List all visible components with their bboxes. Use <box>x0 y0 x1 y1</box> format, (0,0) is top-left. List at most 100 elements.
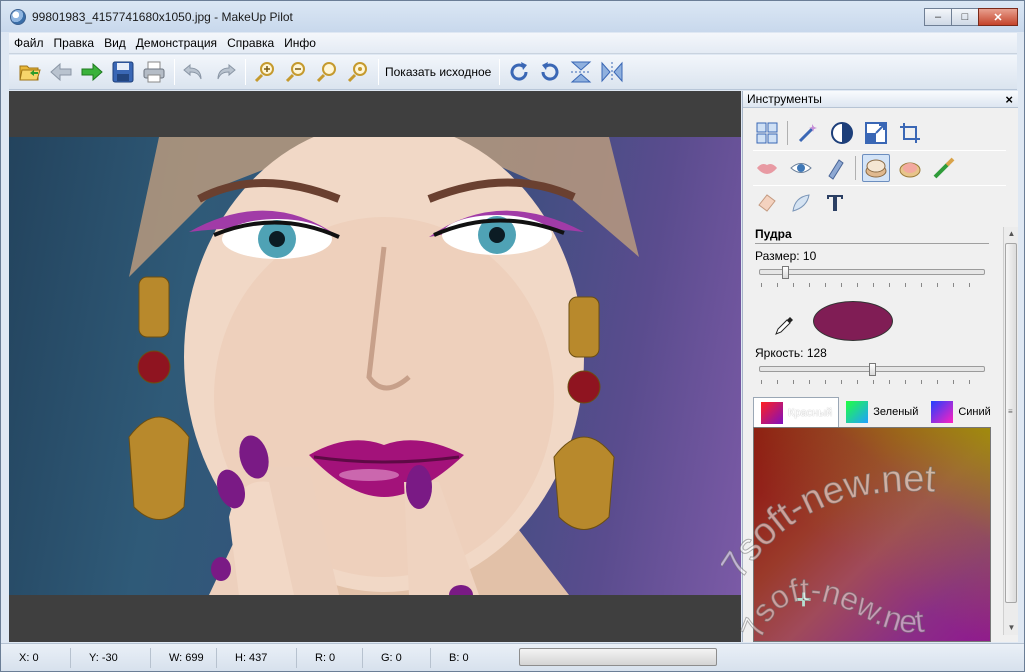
brightness-slider-ticks <box>761 380 985 384</box>
tab-blue-label: Синий <box>958 406 991 418</box>
powder-icon[interactable] <box>862 154 890 182</box>
image-canvas[interactable] <box>9 91 741 642</box>
tool-row-1 <box>743 116 1018 150</box>
menu-info[interactable]: Инфо <box>279 33 321 54</box>
zoom-out-icon[interactable] <box>283 59 309 85</box>
menu-edit[interactable]: Правка <box>49 33 100 54</box>
color-swatch[interactable] <box>813 301 893 341</box>
undo-icon[interactable] <box>181 59 207 85</box>
show-original-button[interactable]: Показать исходное <box>385 65 491 79</box>
zoom-actual-icon[interactable] <box>345 59 371 85</box>
brightness-slider[interactable] <box>759 363 985 376</box>
tools-panel: Инструменты × Пудра Размер: 10 Яркость: … <box>742 91 1018 642</box>
status-g: G: 0 <box>363 647 431 668</box>
tab-green[interactable]: Зеленый <box>839 397 924 427</box>
print-icon[interactable] <box>141 59 167 85</box>
app-window: 99801983_4157741680x1050.jpg - MakeUp Pi… <box>0 0 1025 672</box>
size-slider[interactable] <box>759 266 985 279</box>
app-logo-icon <box>10 8 26 25</box>
tools-panel-close-button[interactable]: × <box>1005 92 1013 107</box>
scrollbar-grip-icon: ≡ <box>1008 407 1013 416</box>
color-tabs: Красный Зеленый Синий <box>753 397 999 427</box>
portrait-illustration <box>128 137 639 595</box>
tool-row-3 <box>743 186 1018 220</box>
tab-red[interactable]: Красный <box>753 397 840 427</box>
red-gradient-icon <box>761 401 783 424</box>
zoom-fit-icon[interactable] <box>314 59 340 85</box>
status-h: H: 437 <box>217 647 297 668</box>
section-divider <box>755 243 989 244</box>
magic-wand-icon[interactable] <box>794 119 822 147</box>
menu-view[interactable]: Вид <box>99 33 131 54</box>
grid-view-icon[interactable] <box>753 119 781 147</box>
zoom-in-icon[interactable] <box>252 59 278 85</box>
minimize-button[interactable]: – <box>924 8 952 26</box>
eyedropper-icon[interactable] <box>773 313 797 337</box>
title-bar[interactable]: 99801983_4157741680x1050.jpg - MakeUp Pi… <box>1 1 1024 32</box>
resize-icon[interactable] <box>862 119 890 147</box>
menu-help[interactable]: Справка <box>222 33 279 54</box>
size-label: Размер: 10 <box>755 249 817 263</box>
tool-separator <box>787 121 788 145</box>
save-icon[interactable] <box>110 59 136 85</box>
eraser-icon[interactable] <box>753 189 781 217</box>
tools-panel-scrollbar[interactable]: ▲ ≡ ▼ <box>1003 227 1018 635</box>
section-title: Пудра <box>755 227 792 241</box>
eye-icon[interactable] <box>787 154 815 182</box>
status-bar: X: 0 Y: -30 W: 699 H: 437 R: 0 G: 0 B: 0 <box>1 643 1024 671</box>
brightness-label: Яркость: 128 <box>755 346 827 360</box>
blush-icon[interactable] <box>896 154 924 182</box>
tools-panel-title: Инструменты <box>747 92 822 106</box>
status-b: B: 0 <box>449 651 469 664</box>
scroll-down-arrow-icon[interactable]: ▼ <box>1004 621 1019 635</box>
brightness-slider-thumb[interactable] <box>869 363 876 376</box>
crop-icon[interactable] <box>896 119 924 147</box>
toolbar: Показать исходное <box>9 55 1017 90</box>
menu-demo[interactable]: Демонстрация <box>131 33 222 54</box>
rotate-left-icon[interactable] <box>537 59 563 85</box>
feather-icon[interactable] <box>787 189 815 217</box>
powder-settings: Пудра Размер: 10 Яркость: 128 Красный Зе… <box>743 227 1009 642</box>
blue-gradient-icon <box>931 401 954 423</box>
tools-panel-header: Инструменты × <box>743 91 1018 108</box>
open-folder-icon[interactable] <box>17 59 43 85</box>
menu-bar: Файл Правка Вид Демонстрация Справка Инф… <box>9 33 1017 54</box>
menu-file[interactable]: Файл <box>9 33 49 54</box>
toolbar-separator <box>245 59 246 85</box>
size-slider-ticks <box>761 283 985 287</box>
toolbar-separator <box>499 59 501 85</box>
scrollbar-thumb[interactable] <box>1005 243 1017 603</box>
maximize-button[interactable]: □ <box>951 8 979 26</box>
size-slider-thumb[interactable] <box>782 266 789 279</box>
portrait-photo[interactable] <box>9 137 741 595</box>
tool-separator <box>855 156 856 180</box>
lips-icon[interactable] <box>753 154 781 182</box>
window-title: 99801983_4157741680x1050.jpg - MakeUp Pi… <box>32 9 293 24</box>
back-arrow-icon[interactable] <box>48 59 74 85</box>
color-picker-area[interactable]: ✛ <box>753 427 991 642</box>
window-controls: – □ ✕ <box>924 8 1018 26</box>
status-w: W: 699 <box>151 647 217 668</box>
tool-row-2 <box>743 151 1018 185</box>
rotate-right-icon[interactable] <box>506 59 532 85</box>
toolbar-separator <box>378 59 379 85</box>
flip-vertical-icon[interactable] <box>568 59 594 85</box>
forward-arrow-icon[interactable] <box>79 59 105 85</box>
mascara-icon[interactable] <box>821 154 849 182</box>
scroll-up-arrow-icon[interactable]: ▲ <box>1004 227 1019 241</box>
text-tool-icon[interactable] <box>821 189 849 217</box>
tab-red-label: Красный <box>788 406 833 419</box>
toolbar-separator <box>174 59 175 85</box>
flip-horizontal-icon[interactable] <box>599 59 625 85</box>
status-x: X: 0 <box>1 647 71 668</box>
contrast-icon[interactable] <box>828 119 856 147</box>
brush-icon[interactable] <box>930 154 958 182</box>
status-r: R: 0 <box>297 647 363 668</box>
color-picker-crosshair-icon[interactable]: ✛ <box>796 590 811 611</box>
status-y: Y: -30 <box>71 647 151 668</box>
progress-bar <box>519 648 717 666</box>
redo-icon[interactable] <box>212 59 238 85</box>
close-button[interactable]: ✕ <box>978 8 1018 26</box>
tab-green-label: Зеленый <box>873 406 919 418</box>
tab-blue[interactable]: Синий <box>924 397 996 427</box>
